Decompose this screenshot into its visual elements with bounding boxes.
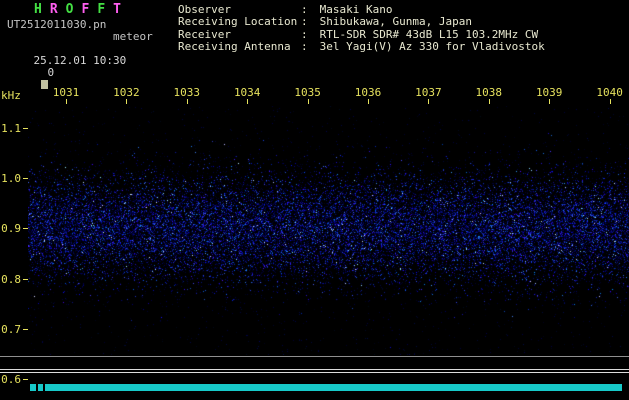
info-separator: :	[301, 4, 313, 16]
datetime-row: 25.12.01 10:30 0	[7, 43, 126, 103]
freq-tick-label: 1.0	[1, 172, 21, 185]
app-title-letter: F	[97, 2, 105, 17]
app-title-letter: T	[113, 2, 121, 17]
info-label: Receiver	[178, 29, 301, 41]
time-tick-mark	[126, 99, 127, 104]
output-filename: UT2512011030.pn	[7, 19, 106, 31]
info-separator: :	[301, 16, 313, 28]
time-tick-mark	[308, 99, 309, 104]
freq-unit-label: kHz	[1, 90, 21, 102]
echo-counter: 0	[48, 66, 55, 79]
app-title-letter: H	[34, 2, 42, 17]
time-tick-label: 1035	[282, 86, 334, 99]
time-tick-label: 1040	[584, 86, 629, 99]
freq-tick-label: 0.6	[1, 373, 21, 386]
hrofft-screenshot: HROFFT UT2512011030.pn meteor 25.12.01 1…	[0, 0, 629, 400]
freq-tick-label: 0.9	[1, 222, 21, 235]
time-tick-mark	[610, 99, 611, 104]
info-value: Masaki Kano	[313, 3, 392, 16]
info-label: Receiving Location	[178, 16, 301, 28]
info-separator: :	[301, 29, 313, 41]
info-separator: :	[301, 41, 313, 53]
app-title-letter: O	[66, 2, 74, 17]
time-tick-mark	[428, 99, 429, 104]
info-value: RTL-SDR SDR# 43dB L15 103.2MHz CW	[313, 28, 538, 41]
signal-level-bar	[30, 384, 622, 391]
level-bar-notch	[36, 384, 38, 391]
freq-tick-label: 0.8	[1, 273, 21, 286]
app-title-letter: F	[81, 2, 89, 17]
level-grid-line-lower	[0, 372, 629, 373]
info-value: 3el Yagi(V) Az 330 for Vladivostok	[313, 40, 545, 53]
time-tick-label: 1039	[523, 86, 575, 99]
info-label: Receiving Antenna	[178, 41, 301, 53]
level-grid-line-top	[0, 356, 629, 357]
time-tick-mark	[489, 99, 490, 104]
app-title-letter: R	[50, 2, 58, 17]
spectrogram-canvas	[28, 106, 629, 355]
time-tick-label: 1033	[161, 86, 213, 99]
info-label: Observer	[178, 4, 301, 16]
level-grid-line-upper	[0, 369, 629, 370]
time-tick-label: 1037	[402, 86, 454, 99]
observation-tag: meteor	[113, 31, 153, 43]
time-tick-mark	[368, 99, 369, 104]
time-tick-mark	[549, 99, 550, 104]
time-tick-mark	[247, 99, 248, 104]
freq-tick-label: 1.1	[1, 122, 21, 135]
cursor-block-icon	[41, 80, 48, 89]
freq-tick-label: 0.7	[1, 323, 21, 336]
level-bar-notch	[43, 384, 45, 391]
time-tick-label: 1034	[221, 86, 273, 99]
time-tick-label: 1036	[342, 86, 394, 99]
station-info-row: Receiving Antenna: 3el Yagi(V) Az 330 fo…	[178, 41, 545, 53]
time-tick-label: 1038	[463, 86, 515, 99]
app-title: HROFFT	[34, 4, 129, 16]
station-info-block: Observer: Masaki Kano Receiving Location:…	[178, 4, 545, 54]
freq-tick-mark	[23, 379, 28, 380]
time-tick-mark	[187, 99, 188, 104]
info-value: Shibukawa, Gunma, Japan	[313, 15, 472, 28]
